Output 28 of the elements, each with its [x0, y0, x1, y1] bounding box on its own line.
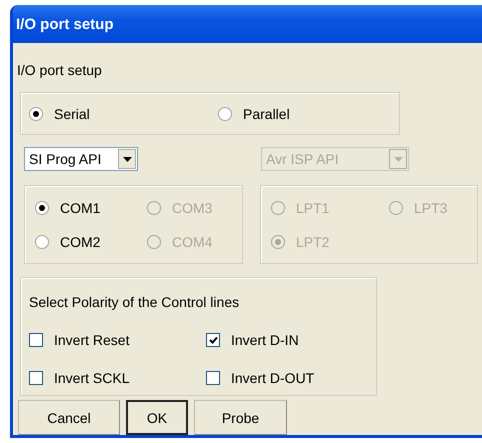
checkbox-label: Invert Reset — [54, 332, 130, 348]
radio-label: COM3 — [172, 200, 212, 216]
radio-button[interactable] — [218, 106, 232, 120]
radio-button[interactable] — [29, 106, 43, 120]
checkbox[interactable] — [206, 333, 220, 347]
radio-button[interactable] — [35, 200, 49, 214]
checkbox[interactable] — [29, 333, 43, 347]
dialog-heading: I/O port setup — [17, 62, 103, 80]
checkbox-label: Invert D-OUT — [231, 370, 314, 386]
radio-label: Serial — [54, 106, 90, 122]
radio-button[interactable] — [35, 234, 49, 248]
radio-label: LPT1 — [296, 200, 330, 216]
radio-label: COM1 — [60, 200, 100, 216]
radio-label: COM4 — [172, 234, 212, 250]
radio-label: Parallel — [243, 106, 290, 122]
checkbox-label: Invert D-IN — [231, 332, 299, 348]
radio-label: LPT2 — [296, 234, 330, 250]
dialog-button[interactable]: Cancel — [18, 400, 120, 435]
dialog-button[interactable]: OK — [126, 400, 188, 435]
api-dropdown[interactable]: SI Prog API — [24, 147, 138, 171]
checkbox-label: Invert SCKL — [54, 370, 130, 386]
window-title: I/O port setup — [16, 16, 114, 32]
dialog-button[interactable]: Probe — [194, 400, 287, 435]
checkbox[interactable] — [206, 371, 220, 385]
radio-label: LPT3 — [414, 200, 448, 216]
group-title: Select Polarity of the Control lines — [29, 294, 240, 310]
radio-label: COM2 — [60, 234, 100, 250]
checkbox[interactable] — [29, 371, 43, 385]
